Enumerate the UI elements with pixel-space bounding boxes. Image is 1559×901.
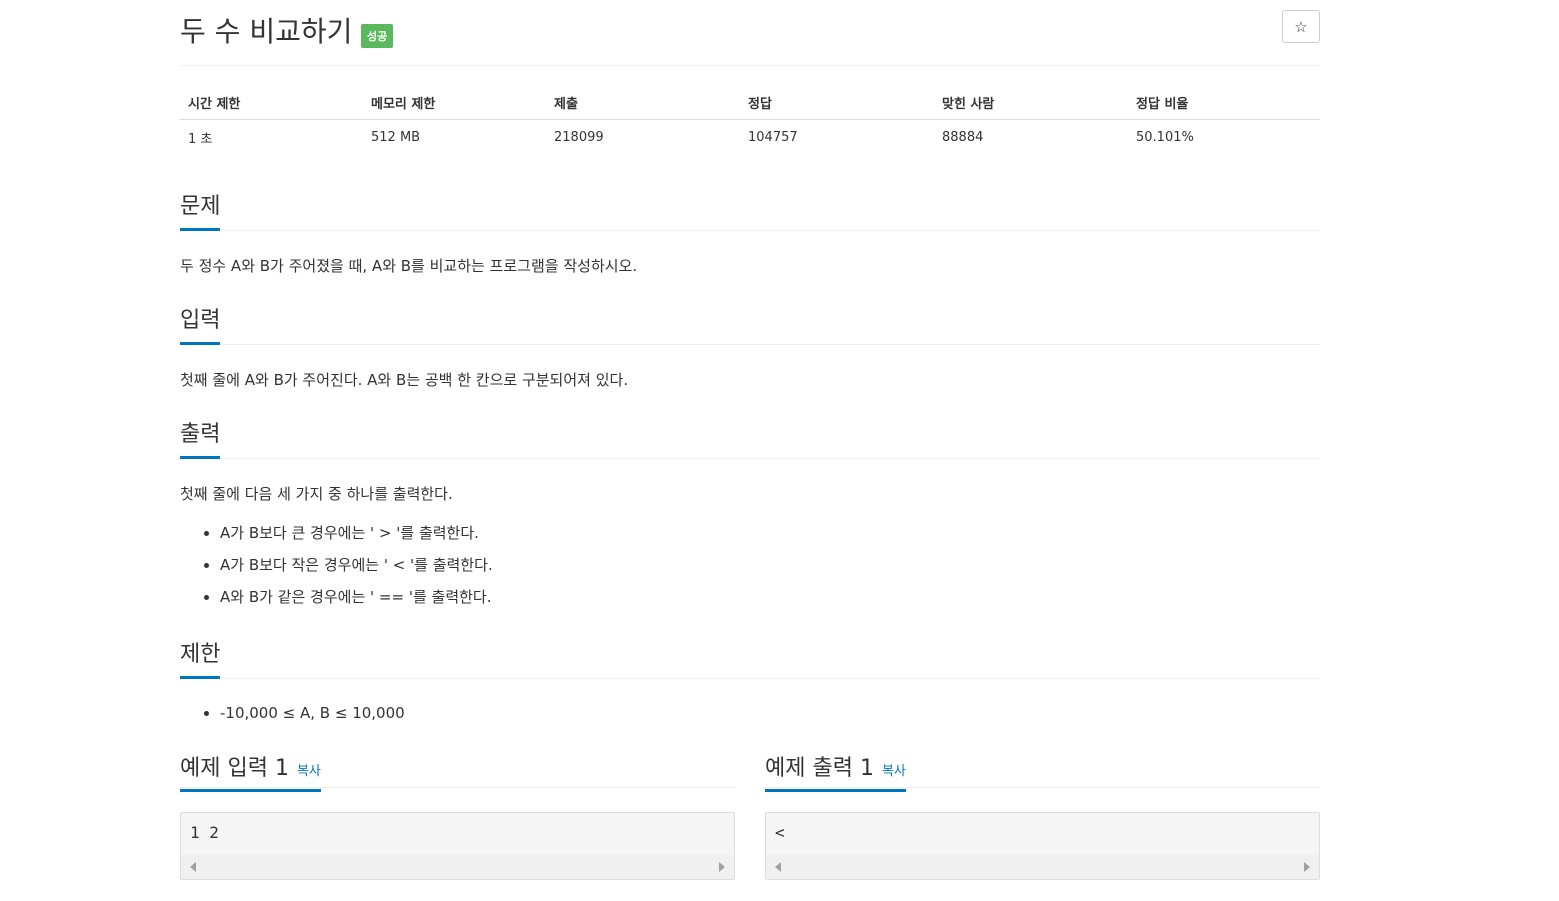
problem-title: 두 수 비교하기 xyxy=(180,15,353,48)
sample-output-head: 예제 출력 1 복사 xyxy=(765,750,1320,792)
sample-output-box[interactable]: < xyxy=(765,812,1320,880)
list-item: A가 B보다 작은 경우에는 ' < '를 출력한다. xyxy=(220,549,493,581)
sample-output-scrollbar[interactable] xyxy=(766,855,1319,879)
limit-section-head: 제한 xyxy=(180,636,1320,679)
scroll-left-icon[interactable] xyxy=(190,862,196,872)
info-header-solved-users: 맞힌 사람 xyxy=(934,86,1128,120)
status-badge: 성공 xyxy=(361,24,394,48)
info-header-submissions: 제출 xyxy=(546,86,740,120)
limit-list: -10,000 ≤ A, B ≤ 10,000 xyxy=(180,697,405,729)
sample-input-title-wrap: 예제 입력 1 복사 xyxy=(180,750,321,792)
sample-output-content: < xyxy=(775,823,785,842)
description-text: 두 정수 A와 B가 주어졌을 때, A와 B를 비교하는 프로그램을 작성하시… xyxy=(180,257,638,275)
info-value-ratio: 50.101% xyxy=(1136,129,1194,145)
sample-output: 예제 출력 1 복사 < xyxy=(765,750,1320,880)
sample-output-title: 예제 출력 1 xyxy=(765,756,874,781)
info-value-memory-limit: 512 MB xyxy=(371,129,421,145)
sample-input-content: 1 2 xyxy=(190,823,219,842)
sample-input-box[interactable]: 1 2 xyxy=(180,812,735,880)
problem-page: 두 수 비교하기 성공 ☆ 시간 제한 메모리 제한 제출 정답 맞힌 사람 정… xyxy=(180,0,1320,880)
output-title: 출력 xyxy=(180,416,221,459)
input-text: 첫째 줄에 A와 B가 주어진다. A와 B는 공백 한 칸으로 구분되어져 있… xyxy=(180,371,629,389)
sample-input: 예제 입력 1 복사 1 2 xyxy=(180,750,735,880)
problem-header: 두 수 비교하기 성공 ☆ xyxy=(180,0,1320,66)
input-section-head: 입력 xyxy=(180,302,1320,345)
scroll-right-icon[interactable] xyxy=(1304,862,1310,872)
list-item: A가 B보다 큰 경우에는 ' > '를 출력한다. xyxy=(220,517,493,549)
info-header-ratio: 정답 비율 xyxy=(1128,86,1320,120)
description-section-head: 문제 xyxy=(180,188,1320,231)
info-header-memory-limit: 메모리 제한 xyxy=(363,86,546,120)
input-title: 입력 xyxy=(180,302,221,345)
scroll-right-icon[interactable] xyxy=(719,862,725,872)
limit-title: 제한 xyxy=(180,636,221,679)
star-icon: ☆ xyxy=(1294,18,1308,36)
sample-input-copy-link[interactable]: 복사 xyxy=(297,764,321,779)
list-item: A와 B가 같은 경우에는 ' == '를 출력한다. xyxy=(220,581,493,613)
info-value-submissions[interactable]: 218099 xyxy=(546,120,740,155)
sample-input-head: 예제 입력 1 복사 xyxy=(180,750,735,792)
sample-output-copy-link[interactable]: 복사 xyxy=(882,764,906,779)
info-header-accepted: 정답 xyxy=(740,86,934,120)
star-button[interactable]: ☆ xyxy=(1282,10,1320,43)
sample-input-title: 예제 입력 1 xyxy=(180,756,289,781)
output-list: A가 B보다 큰 경우에는 ' > '를 출력한다. A가 B보다 작은 경우에… xyxy=(180,517,493,613)
info-value-accepted: 104757 xyxy=(748,129,798,145)
sample-output-title-wrap: 예제 출력 1 복사 xyxy=(765,750,906,792)
output-section-head: 출력 xyxy=(180,416,1320,459)
info-value-solved-users: 88884 xyxy=(942,129,984,145)
description-title: 문제 xyxy=(180,188,221,231)
info-value-time-limit: 1 초 xyxy=(188,131,213,147)
scroll-left-icon[interactable] xyxy=(775,862,781,872)
info-value-row: 1 초 512 MB 218099 104757 88884 50.101% xyxy=(180,120,1320,155)
list-item: -10,000 ≤ A, B ≤ 10,000 xyxy=(220,697,405,729)
sample-input-scrollbar[interactable] xyxy=(181,855,734,879)
output-text: 첫째 줄에 다음 세 가지 중 하나를 출력한다. xyxy=(180,485,453,503)
info-header-row: 시간 제한 메모리 제한 제출 정답 맞힌 사람 정답 비율 xyxy=(180,86,1320,120)
info-header-time-limit: 시간 제한 xyxy=(180,86,363,120)
problem-info-table: 시간 제한 메모리 제한 제출 정답 맞힌 사람 정답 비율 1 초 512 M… xyxy=(180,86,1320,154)
